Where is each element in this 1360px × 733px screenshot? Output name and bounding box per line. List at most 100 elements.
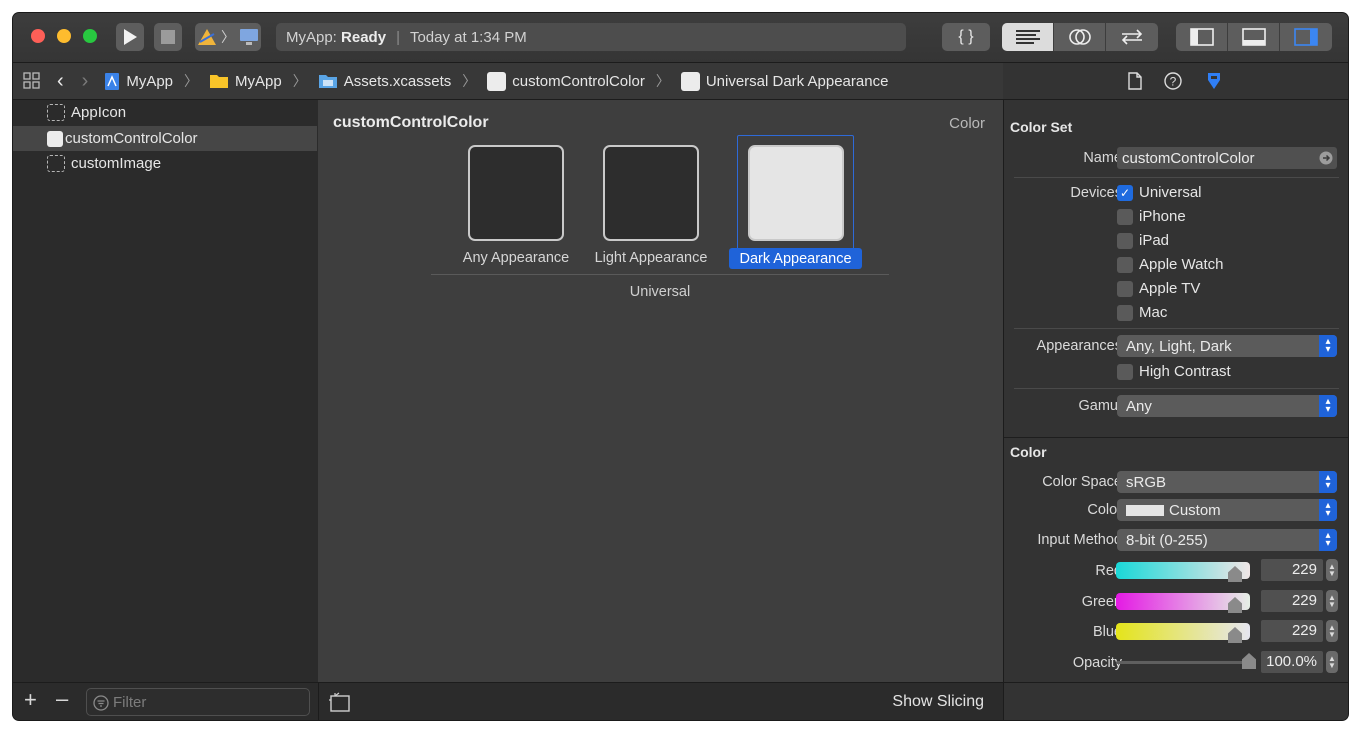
- name-field[interactable]: customControlColor: [1117, 147, 1337, 169]
- apple-watch-label: Apple Watch: [1139, 256, 1224, 273]
- play-icon: [124, 29, 137, 45]
- breadcrumb-group[interactable]: MyApp: [235, 73, 282, 90]
- devices-label: Devices: [1070, 185, 1122, 201]
- opacity-slider[interactable]: [1116, 661, 1250, 664]
- toggle-debug-area-button[interactable]: [1228, 23, 1280, 51]
- arrows-icon: [1121, 29, 1143, 45]
- blue-stepper[interactable]: ▲ ▼: [1326, 620, 1338, 642]
- divider: [1014, 388, 1339, 389]
- appearances-label: Appearances: [1036, 338, 1122, 354]
- iphone-checkbox[interactable]: [1117, 209, 1133, 225]
- dark-appearance-well[interactable]: [748, 145, 844, 241]
- run-button[interactable]: [116, 23, 144, 51]
- xcode-window: 〉 MyApp: Ready | Today at 1:34 PM { } ‹ …: [13, 13, 1348, 720]
- attributes-inspector-icon[interactable]: [1204, 71, 1224, 91]
- toggle-inspector-button[interactable]: [1280, 23, 1332, 51]
- remove-icon[interactable]: –: [56, 686, 68, 712]
- list-item-label: AppIcon: [71, 104, 127, 121]
- zoom-window-button[interactable]: [83, 29, 97, 43]
- gamut-popup[interactable]: Any ▴ ▾: [1117, 395, 1337, 417]
- color-value: Custom: [1169, 501, 1221, 519]
- opacity-value-field[interactable]: 100.0%: [1261, 651, 1323, 673]
- close-window-button[interactable]: [31, 29, 45, 43]
- file-inspector-icon[interactable]: [1127, 72, 1142, 90]
- filter-icon: [93, 695, 109, 711]
- stop-button[interactable]: [154, 23, 182, 51]
- breadcrumb-appearance[interactable]: Universal Dark Appearance: [706, 73, 889, 90]
- green-stepper[interactable]: ▲ ▼: [1326, 590, 1338, 612]
- list-item[interactable]: customImage: [13, 151, 317, 176]
- red-value-field[interactable]: 229: [1261, 559, 1323, 581]
- mac-destination-icon: [240, 29, 258, 45]
- version-editor-button[interactable]: [1106, 23, 1158, 51]
- list-item[interactable]: customControlColor: [13, 126, 317, 151]
- breadcrumb-color-set[interactable]: customControlColor: [512, 73, 645, 90]
- iphone-label: iPhone: [1139, 208, 1186, 225]
- back-arrow-icon[interactable]: ‹: [57, 70, 64, 93]
- ipad-checkbox[interactable]: [1117, 233, 1133, 249]
- related-items-icon[interactable]: [23, 72, 41, 90]
- red-stepper[interactable]: ▲ ▼: [1326, 559, 1338, 581]
- show-slicing-button[interactable]: Show Slicing: [892, 693, 984, 711]
- breadcrumb-asset-catalog[interactable]: Assets.xcassets: [344, 73, 452, 90]
- list-item[interactable]: AppIcon: [13, 100, 317, 125]
- braces-icon: { }: [958, 28, 974, 45]
- color-popup[interactable]: Custom ▴ ▾: [1117, 499, 1337, 521]
- universal-checkbox[interactable]: ✓: [1117, 185, 1133, 201]
- color-set-icon: [487, 71, 507, 91]
- add-icon[interactable]: +: [24, 687, 37, 713]
- panel-toggle-control: [1176, 23, 1332, 51]
- appearances-value: Any, Light, Dark: [1126, 337, 1232, 355]
- status-app-name: MyApp:: [286, 28, 337, 46]
- help-inspector-icon[interactable]: ?: [1163, 72, 1182, 90]
- minimize-window-button[interactable]: [57, 29, 71, 43]
- asset-type: Color: [949, 115, 985, 132]
- popup-chevron-icon: ▴ ▾: [1319, 529, 1337, 551]
- assistant-editor-button[interactable]: [1054, 23, 1106, 51]
- breadcrumb-project[interactable]: MyApp: [126, 73, 173, 90]
- any-appearance-well[interactable]: [468, 145, 564, 241]
- folder-icon: [210, 75, 229, 88]
- breadcrumb: MyApp 〉 MyApp 〉 Assets.xcassets 〉 custom…: [104, 71, 888, 91]
- opacity-stepper[interactable]: ▲ ▼: [1326, 651, 1338, 673]
- input-method-value: 8-bit (0-255): [1126, 531, 1208, 549]
- slicing-icon[interactable]: [329, 692, 351, 712]
- appearances-popup[interactable]: Any, Light, Dark ▴ ▾: [1117, 335, 1337, 357]
- left-panel-icon: [1189, 28, 1214, 46]
- color-space-popup[interactable]: sRGB ▴ ▾: [1117, 471, 1337, 493]
- color-swatch: [1126, 504, 1164, 516]
- library-button[interactable]: { }: [942, 23, 990, 51]
- jump-bar: ‹ › MyApp 〉 MyApp 〉 Assets.xcassets 〉 cu…: [13, 63, 1003, 100]
- filter-placeholder: Filter: [113, 693, 147, 711]
- scheme-selector[interactable]: 〉: [195, 23, 261, 51]
- popup-chevron-icon: ▴ ▾: [1319, 471, 1337, 493]
- opacity-slider-thumb[interactable]: [1242, 653, 1256, 669]
- high-contrast-checkbox[interactable]: [1117, 364, 1133, 380]
- light-appearance-well[interactable]: [603, 145, 699, 241]
- input-method-label: Input Method: [1037, 532, 1122, 548]
- toggle-navigator-button[interactable]: [1176, 23, 1228, 51]
- mac-checkbox[interactable]: [1117, 305, 1133, 321]
- input-method-popup[interactable]: 8-bit (0-255) ▴ ▾: [1117, 529, 1337, 551]
- opacity-label: Opacity: [1072, 655, 1122, 671]
- project-icon: [105, 72, 120, 90]
- forward-arrow-icon[interactable]: ›: [82, 70, 89, 93]
- apple-tv-checkbox[interactable]: [1117, 281, 1133, 297]
- appearance-icon: [680, 71, 700, 91]
- activity-status: MyApp: Ready | Today at 1:34 PM: [276, 23, 906, 51]
- go-arrow-icon[interactable]: [1319, 151, 1333, 165]
- attributes-inspector: Color Set Name customControlColor Device…: [1003, 100, 1348, 682]
- inspector-footer: [1003, 682, 1348, 720]
- color-set-section-title: Color Set: [1010, 119, 1073, 135]
- image-set-icon: [47, 155, 65, 172]
- universal-label: Universal: [1139, 184, 1202, 201]
- blue-value-field[interactable]: 229: [1261, 620, 1323, 642]
- bottom-panel-icon: [1241, 28, 1266, 46]
- toolbar: 〉 MyApp: Ready | Today at 1:34 PM { }: [13, 13, 1348, 63]
- color-set-icon: [47, 130, 63, 147]
- high-contrast-label: High Contrast: [1139, 363, 1231, 380]
- apple-watch-checkbox[interactable]: [1117, 257, 1133, 273]
- green-value-field[interactable]: 229: [1261, 590, 1323, 612]
- filter-field[interactable]: Filter: [86, 688, 310, 716]
- standard-editor-button[interactable]: [1002, 23, 1054, 51]
